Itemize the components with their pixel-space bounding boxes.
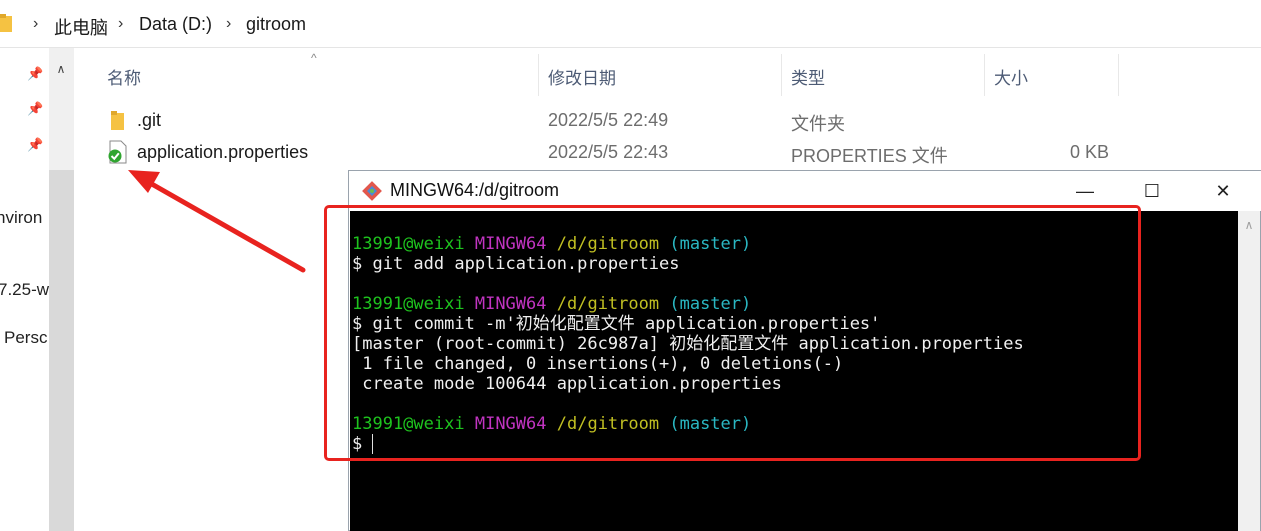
nav-item-label[interactable]: Persc (4, 328, 47, 348)
breadcrumb-drive[interactable]: Data (D:) (139, 14, 212, 35)
scroll-up-arrow-icon[interactable]: ∧ (1238, 218, 1260, 236)
file-type: PROPERTIES 文件 (791, 146, 948, 166)
arrow-shaft (147, 180, 306, 273)
minimize-icon[interactable]: — (1065, 178, 1105, 204)
file-type: 文件夹 (791, 114, 845, 134)
git-logo-icon (362, 181, 382, 201)
chevron-right-icon: › (33, 15, 39, 32)
arrow-head (128, 170, 160, 193)
folder-icon (0, 14, 12, 32)
column-header-type[interactable]: 类型 (791, 64, 825, 89)
nav-item-label[interactable]: nviron (0, 208, 42, 228)
git-tracked-file-icon (108, 140, 127, 164)
column-header-modified[interactable]: 修改日期 (548, 64, 616, 89)
terminal-scrollbar[interactable] (1238, 211, 1260, 531)
pin-icon[interactable]: 📌 (27, 101, 43, 117)
file-modified: 2022/5/5 22:49 (548, 110, 669, 130)
file-name[interactable]: .git (137, 110, 161, 131)
maximize-icon[interactable]: ☐ (1132, 178, 1172, 204)
breadcrumb-this-pc[interactable]: 此电脑 (54, 14, 108, 40)
close-icon[interactable]: ✕ (1203, 178, 1243, 204)
breadcrumb-gitroom[interactable]: gitroom (246, 14, 306, 35)
file-modified: 2022/5/5 22:43 (548, 142, 669, 162)
column-divider[interactable] (538, 54, 539, 96)
sort-ascending-icon: ^ (311, 51, 317, 65)
column-divider[interactable] (984, 54, 985, 96)
column-divider[interactable] (781, 54, 782, 96)
nav-scrollbar-thumb[interactable] (49, 170, 74, 531)
file-size: 0 KB (1070, 142, 1110, 162)
column-header-name[interactable]: 名称 (107, 64, 141, 89)
chevron-right-icon: › (226, 15, 232, 32)
annotation-highlight-box (324, 205, 1141, 461)
pin-icon[interactable]: 📌 (27, 137, 43, 153)
file-name[interactable]: application.properties (137, 142, 308, 163)
pin-icon[interactable]: 📌 (27, 66, 43, 82)
scroll-up-arrow-icon[interactable]: ∧ (52, 60, 70, 78)
column-header-size[interactable]: 大小 (994, 64, 1028, 89)
chevron-right-icon: › (118, 15, 124, 32)
column-divider[interactable] (1118, 54, 1119, 96)
folder-icon (111, 111, 124, 130)
nav-item-label[interactable]: 7.25-w (0, 280, 49, 300)
terminal-title: MINGW64:/d/gitroom (390, 180, 560, 200)
